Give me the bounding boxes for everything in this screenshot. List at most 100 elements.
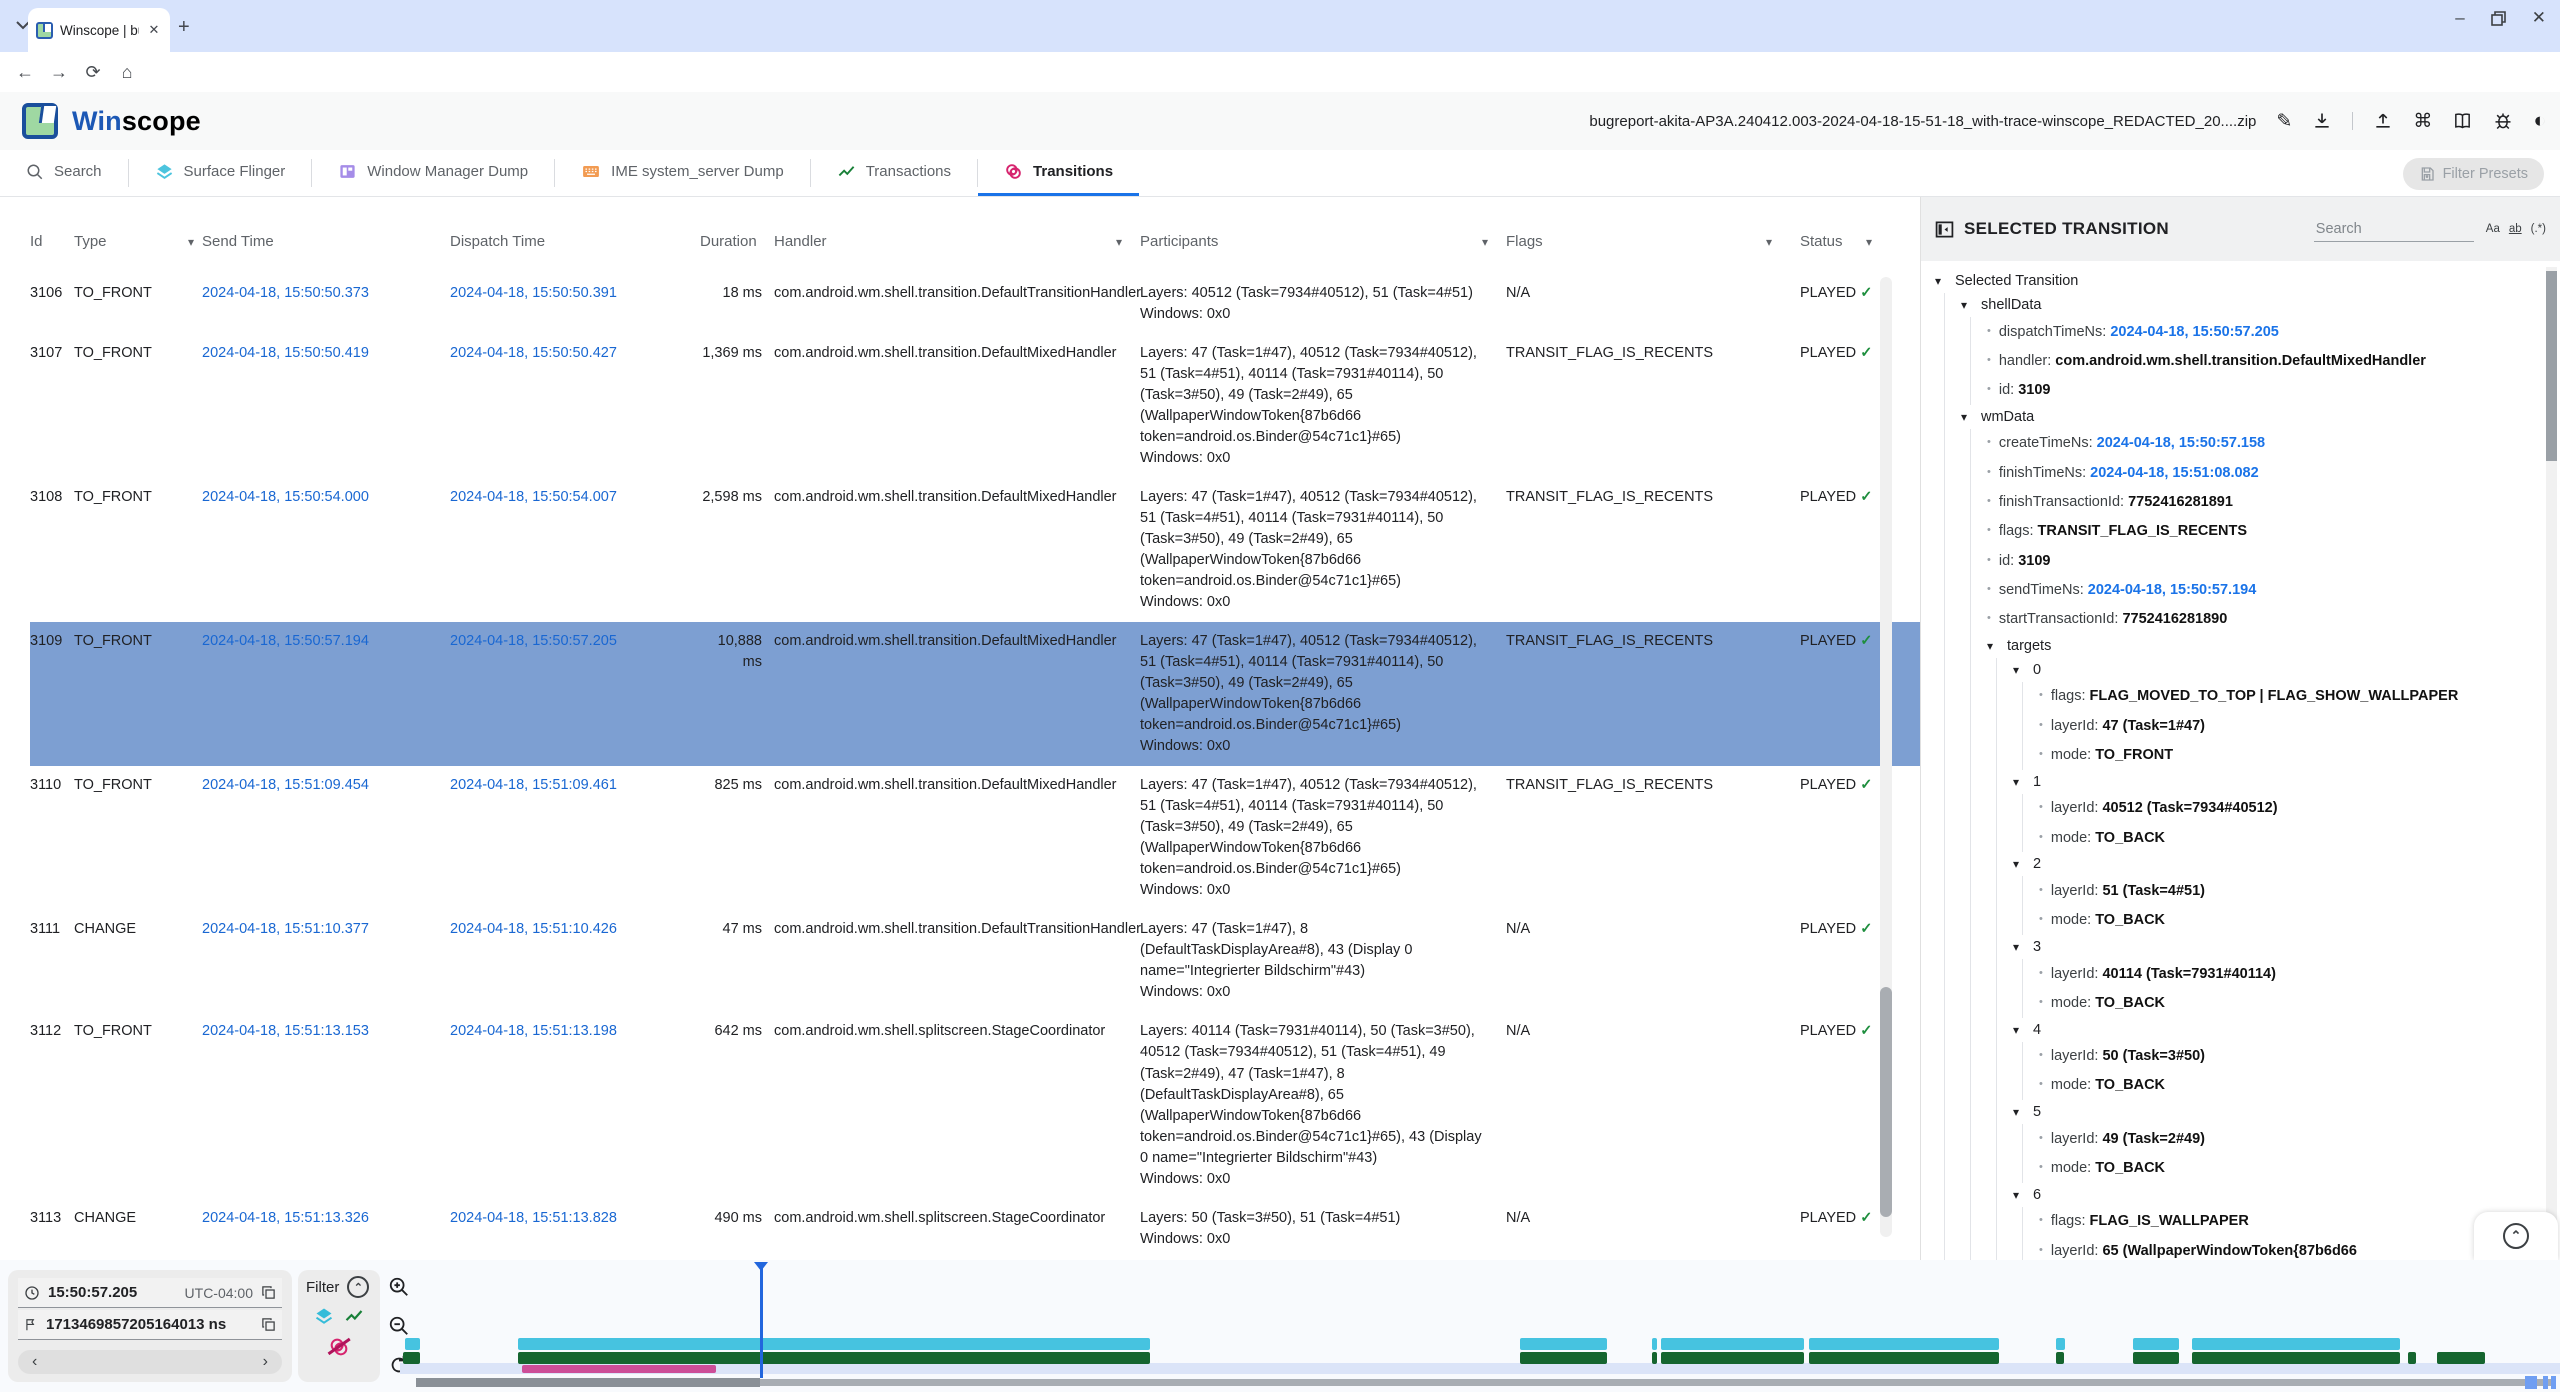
column-header-handler[interactable]: Handler▾	[764, 233, 1130, 250]
cell-dispatch-time[interactable]: 2024-04-18, 15:51:10.426	[450, 919, 700, 940]
transition-row-3106[interactable]: 3106TO_FRONT2024-04-18, 15:50:50.3732024…	[30, 274, 1920, 334]
browser-tab[interactable]: Winscope | bugreport-ak ✕	[28, 8, 170, 52]
match-case-icon[interactable]: Aa	[2486, 223, 2500, 235]
tree-leaf-mode[interactable]: •mode: TO_BACK	[2039, 823, 2530, 852]
tree-branch-row[interactable]: ▾4	[2013, 1018, 2530, 1042]
tab-transitions[interactable]: Transitions	[978, 150, 1139, 196]
cursor-time-value[interactable]: 15:50:57.205	[48, 1284, 137, 1301]
tree-leaf-layerId[interactable]: •layerId: 40114 (Task=7931#40114)	[2039, 959, 2530, 988]
tab-transactions[interactable]: Transactions	[811, 150, 977, 196]
shortcuts-icon[interactable]: ⌘	[2413, 110, 2432, 133]
upload-icon[interactable]	[2373, 111, 2393, 131]
surface-flinger-track-segment[interactable]	[2192, 1338, 2400, 1350]
collapse-arrow-icon[interactable]: ▾	[1935, 273, 1947, 288]
tree-leaf-layerId[interactable]: •layerId: 65 (WallpaperWindowToken{87b6d…	[2039, 1236, 2530, 1260]
tab-window-manager-dump[interactable]: Window Manager Dump	[312, 150, 554, 196]
cell-send-time[interactable]: 2024-04-18, 15:50:57.194	[202, 631, 450, 652]
surface-flinger-track-segment[interactable]	[1661, 1338, 1804, 1350]
cell-send-time[interactable]: 2024-04-18, 15:50:50.373	[202, 283, 450, 304]
cell-dispatch-time[interactable]: 2024-04-18, 15:51:09.461	[450, 775, 700, 796]
collapse-arrow-icon[interactable]: ▾	[2013, 1022, 2025, 1037]
tree-branch-row[interactable]: ▾wmData	[1961, 405, 2530, 429]
prev-entry-icon[interactable]: ‹	[32, 1353, 37, 1371]
transactions-track-segment[interactable]	[1520, 1352, 1607, 1364]
panel-scrollbar-thumb[interactable]	[2546, 271, 2557, 461]
collapse-arrow-icon[interactable]: ▾	[2013, 856, 2025, 871]
cell-send-time[interactable]: 2024-04-18, 15:51:13.153	[202, 1021, 450, 1042]
tree-leaf-finishTransactionId[interactable]: •finishTransactionId: 7752416281891	[1987, 487, 2530, 516]
tree-leaf-layerId[interactable]: •layerId: 49 (Task=2#49)	[2039, 1124, 2530, 1153]
home-icon[interactable]: ⌂	[110, 62, 144, 83]
column-header-id[interactable]: Id	[30, 233, 74, 250]
transactions-track-segment[interactable]	[1652, 1352, 1657, 1364]
tree-leaf-layerId[interactable]: •layerId: 47 (Task=1#47)	[2039, 711, 2530, 740]
tree-branch-row[interactable]: ▾2	[2013, 852, 2530, 876]
column-header-participants[interactable]: Participants▾	[1130, 233, 1496, 250]
new-tab-button[interactable]: +	[178, 16, 190, 39]
surface-flinger-track-segment[interactable]	[2056, 1338, 2065, 1350]
tree-leaf-mode[interactable]: •mode: TO_BACK	[2039, 988, 2530, 1017]
surface-flinger-track-segment[interactable]	[1520, 1338, 1607, 1350]
collapse-arrow-icon[interactable]: ▾	[1987, 638, 1999, 653]
tree-branch-row[interactable]: ▾Selected Transition	[1935, 269, 2530, 293]
tree-leaf-startTransactionId[interactable]: •startTransactionId: 7752416281890	[1987, 605, 2530, 634]
regex-icon[interactable]: (.*)	[2531, 223, 2546, 235]
column-header-flags[interactable]: Flags▾	[1496, 233, 1780, 250]
filter-presets-button[interactable]: Filter Presets	[2403, 158, 2544, 190]
tree-branch-row[interactable]: ▾6	[2013, 1183, 2530, 1207]
table-scrollbar-thumb[interactable]	[1880, 987, 1892, 1217]
cell-send-time[interactable]: 2024-04-18, 15:51:13.326	[202, 1208, 450, 1229]
cell-send-time[interactable]: 2024-04-18, 15:51:09.454	[202, 775, 450, 796]
transactions-track-segment[interactable]	[2437, 1352, 2485, 1364]
window-minimize-button[interactable]: –	[2455, 8, 2464, 28]
transactions-track-segment[interactable]	[1661, 1352, 1804, 1364]
surface-flinger-track-segment[interactable]	[1652, 1338, 1657, 1350]
tree-leaf-handler[interactable]: •handler: com.android.wm.shell.transitio…	[1987, 346, 2530, 375]
column-header-type[interactable]: Type▾	[74, 233, 202, 250]
filter-dropdown-icon[interactable]: ▾	[1866, 235, 1880, 249]
tree-branch-row[interactable]: ▾0	[2013, 658, 2530, 682]
transition-row-3110[interactable]: 3110TO_FRONT2024-04-18, 15:51:09.4542024…	[30, 766, 1920, 910]
back-icon[interactable]: ←	[8, 62, 42, 83]
match-word-icon[interactable]: ab	[2509, 223, 2522, 235]
collapse-arrow-icon[interactable]: ▾	[1961, 297, 1973, 312]
transition-row-3112[interactable]: 3112TO_FRONT2024-04-18, 15:51:13.1532024…	[30, 1012, 1920, 1198]
tree-leaf-id[interactable]: •id: 3109	[1987, 376, 2530, 405]
collapse-arrow-icon[interactable]: ▾	[2013, 1104, 2025, 1119]
table-scrollbar[interactable]	[1880, 277, 1892, 1237]
human-time-field[interactable]: 15:50:57.205 UTC-04:00	[18, 1278, 282, 1308]
tree-branch-row[interactable]: ▾3	[2013, 935, 2530, 959]
download-icon[interactable]	[2312, 111, 2332, 131]
cell-dispatch-time[interactable]: 2024-04-18, 15:51:13.198	[450, 1021, 700, 1042]
column-header-duration[interactable]: Duration	[700, 233, 764, 250]
transition-row-3113[interactable]: 3113CHANGE2024-04-18, 15:51:13.3262024-0…	[30, 1199, 1920, 1259]
transactions-track-segment[interactable]	[403, 1352, 420, 1364]
forward-icon[interactable]: →	[42, 62, 76, 83]
collapse-arrow-icon[interactable]: ▾	[2013, 662, 2025, 677]
timeline-scrollbar-thumb[interactable]	[416, 1378, 760, 1387]
transactions-track-segment[interactable]	[518, 1352, 1150, 1364]
tree-leaf-sendTimeNs[interactable]: •sendTimeNs: 2024-04-18, 15:50:57.194	[1987, 575, 2530, 604]
tree-leaf-mode[interactable]: •mode: TO_BACK	[2039, 1071, 2530, 1100]
column-header-send-time[interactable]: Send Time	[202, 233, 450, 250]
cell-dispatch-time[interactable]: 2024-04-18, 15:50:54.007	[450, 487, 700, 508]
surface-flinger-track-segment[interactable]	[405, 1338, 420, 1350]
tree-leaf-layerId[interactable]: •layerId: 40512 (Task=7934#40512)	[2039, 794, 2530, 823]
panel-scrollbar[interactable]	[2546, 267, 2557, 1247]
tree-leaf-flags[interactable]: •flags: FLAG_MOVED_TO_TOP | FLAG_SHOW_WA…	[2039, 682, 2530, 711]
edit-icon[interactable]: ✎	[2276, 110, 2292, 133]
tab-ime-system-server-dump[interactable]: IME system_server Dump	[555, 150, 810, 196]
tree-leaf-flags[interactable]: •flags: FLAG_IS_WALLPAPER	[2039, 1207, 2530, 1236]
transition-row-3111[interactable]: 3111CHANGE2024-04-18, 15:51:10.3772024-0…	[30, 910, 1920, 1012]
ns-time-field[interactable]: 1713469857205164013 ns	[18, 1310, 282, 1340]
timeline-cursor[interactable]	[760, 1262, 763, 1378]
tree-leaf-mode[interactable]: •mode: TO_BACK	[2039, 1154, 2530, 1183]
window-close-button[interactable]: ✕	[2532, 8, 2546, 28]
transition-row-3109[interactable]: 3109TO_FRONT2024-04-18, 15:50:57.1942024…	[30, 622, 1920, 766]
tree-leaf-id[interactable]: •id: 3109	[1987, 546, 2530, 575]
collapse-arrow-icon[interactable]: ▾	[2013, 1187, 2025, 1202]
cell-dispatch-time[interactable]: 2024-04-18, 15:50:50.427	[450, 343, 700, 364]
cell-send-time[interactable]: 2024-04-18, 15:51:10.377	[202, 919, 450, 940]
column-header-status[interactable]: Status▾	[1780, 233, 1880, 250]
transitions-track-segment[interactable]	[522, 1365, 716, 1373]
